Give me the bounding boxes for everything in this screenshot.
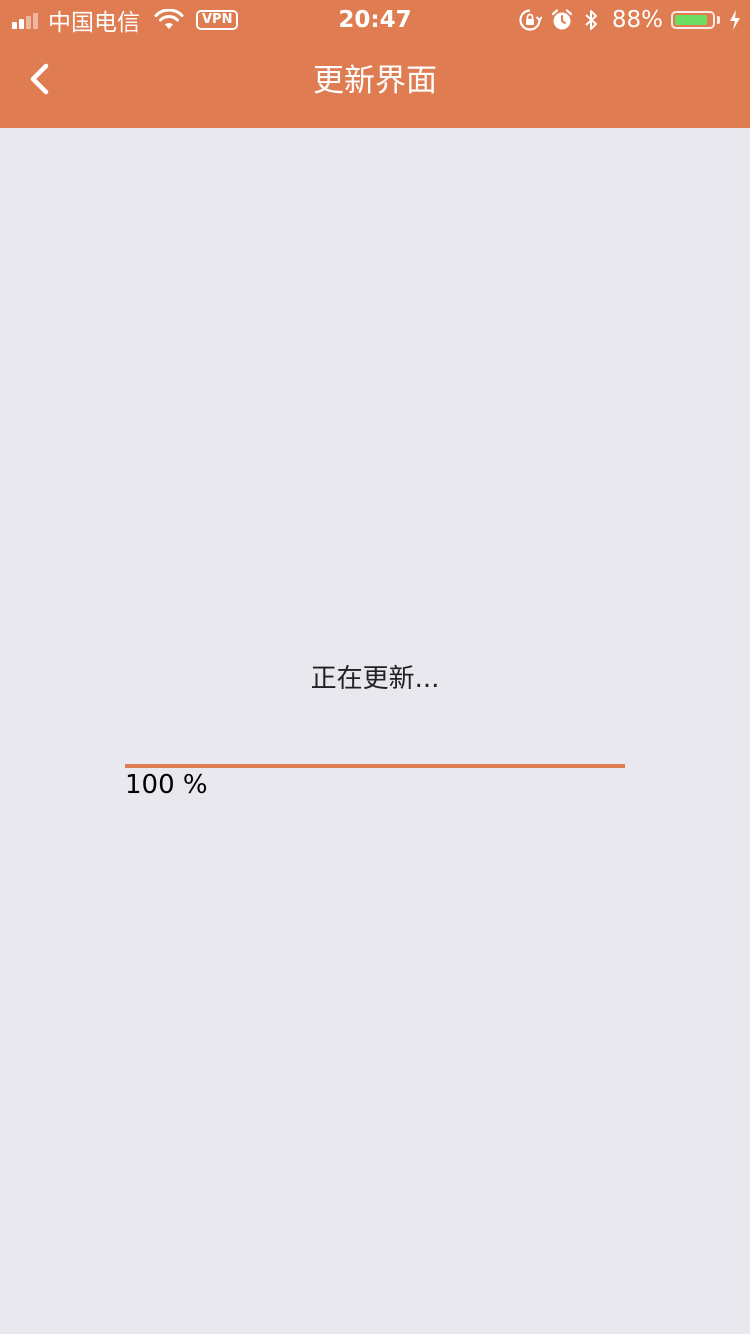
signal-icon [12,11,40,29]
progress-bar [125,764,625,768]
wifi-icon [154,9,184,29]
update-message: 正在更新... [310,664,440,694]
rotation-lock-icon [519,9,542,31]
vpn-icon: VPN [196,10,239,30]
alarm-icon [551,9,572,30]
status-bar-left: 中国电信 VPN [12,0,239,40]
progress-fill [125,764,625,768]
battery-fill [675,15,707,25]
navigation-bar: 更新界面 [0,40,750,128]
bluetooth-icon [585,10,597,30]
progress-label: 100 % [125,770,208,800]
status-bar-right: 88% [510,0,742,40]
battery-icon [671,11,715,29]
battery-percent: 88% [611,7,663,33]
carrier-name: 中国电信 [48,10,140,36]
battery-tip [717,16,720,24]
update-content: 正在更新... 100 % [0,128,750,1334]
page-title: 更新界面 [313,63,437,99]
status-bar: 中国电信 VPN 20:47 88% [0,0,750,40]
charging-icon [730,10,740,30]
